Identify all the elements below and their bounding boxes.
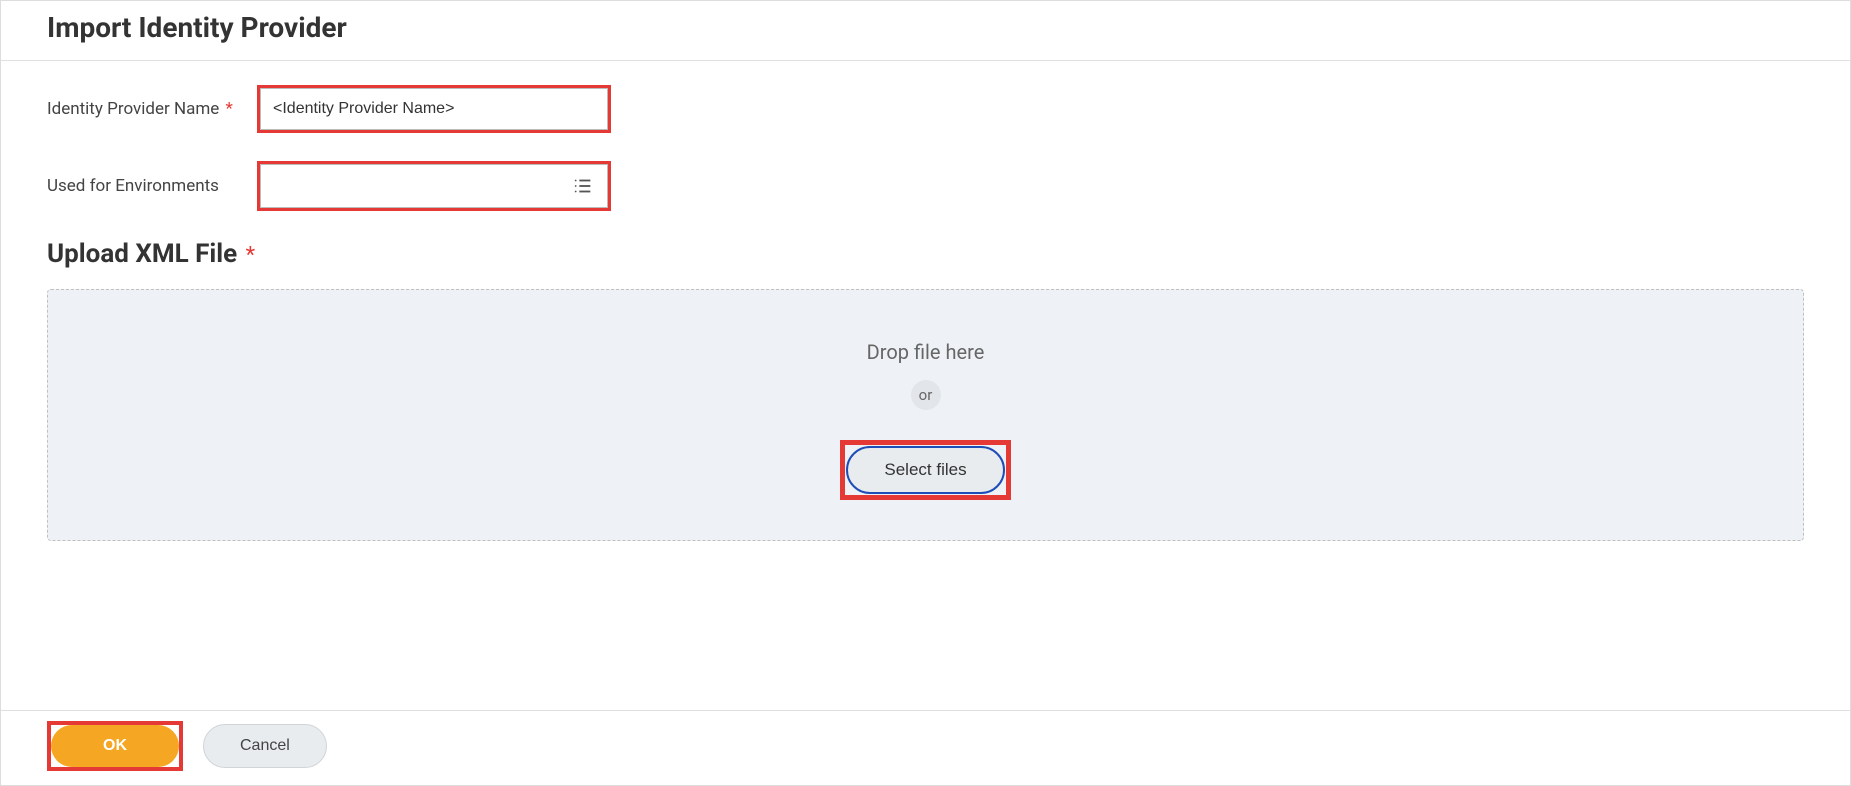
- list-icon[interactable]: [572, 175, 594, 197]
- environments-input[interactable]: [260, 164, 608, 208]
- environments-highlight: [257, 161, 611, 211]
- ok-button[interactable]: OK: [51, 725, 179, 767]
- cancel-button[interactable]: Cancel: [203, 724, 327, 768]
- ok-highlight: OK: [47, 721, 183, 771]
- footer-actions: OK Cancel: [1, 710, 1850, 771]
- select-files-highlight: Select files: [840, 440, 1010, 500]
- required-asterisk: *: [226, 99, 233, 119]
- idp-name-highlight: [257, 85, 611, 133]
- page-title: Import Identity Provider: [47, 11, 1804, 44]
- idp-name-label-text: Identity Provider Name: [47, 99, 219, 119]
- select-files-button[interactable]: Select files: [846, 446, 1004, 494]
- file-dropzone[interactable]: Drop file here or Select files: [47, 289, 1804, 541]
- environments-label: Used for Environments: [47, 176, 257, 196]
- idp-name-label: Identity Provider Name *: [47, 99, 257, 119]
- environments-row: Used for Environments: [47, 161, 1804, 211]
- dropzone-text: Drop file here: [68, 340, 1783, 364]
- page-header: Import Identity Provider: [1, 1, 1850, 61]
- upload-section-title: Upload XML File *: [47, 239, 1804, 269]
- or-separator: or: [911, 380, 941, 410]
- required-asterisk: *: [246, 243, 255, 268]
- upload-section-title-text: Upload XML File: [47, 239, 237, 269]
- form-content: Identity Provider Name * Used for Enviro…: [1, 61, 1850, 541]
- idp-name-row: Identity Provider Name *: [47, 85, 1804, 133]
- idp-name-input[interactable]: [260, 88, 608, 130]
